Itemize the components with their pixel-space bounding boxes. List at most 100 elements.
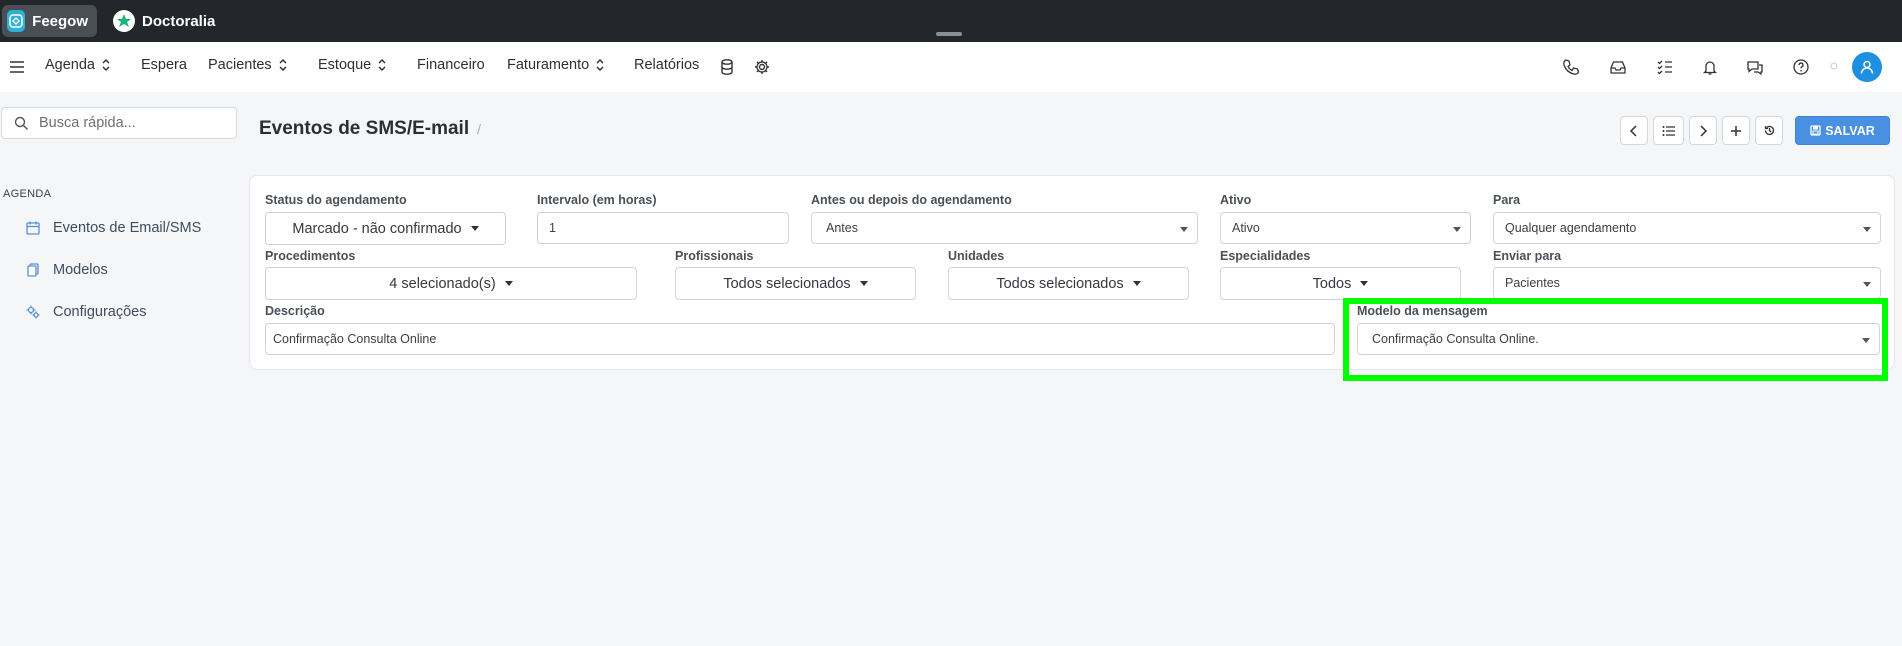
main-navbar: Agenda Espera Pacientes Estoque Financei… <box>0 42 1902 92</box>
antes-depois-value: Antes <box>826 221 858 235</box>
profissionais-value: Todos selecionados <box>723 275 851 292</box>
checklist-icon[interactable] <box>1655 57 1675 77</box>
enviar-para-label: Enviar para <box>1493 249 1562 263</box>
status-label: Status do agendamento <box>265 193 407 207</box>
breadcrumb-separator: / <box>477 121 482 137</box>
user-icon <box>1860 60 1874 74</box>
chevron-updown-icon <box>102 58 110 72</box>
next-button[interactable] <box>1689 116 1717 145</box>
search-input[interactable] <box>39 115 219 131</box>
phone-icon[interactable] <box>1561 57 1581 77</box>
nav-financeiro[interactable]: Financeiro <box>417 57 485 73</box>
nav-faturamento[interactable]: Faturamento <box>507 57 605 73</box>
tab-doctoralia[interactable]: Doctoralia <box>108 5 224 37</box>
chat-icon[interactable] <box>1745 57 1765 77</box>
loading-spinner-icon <box>1830 62 1838 70</box>
chevron-left-icon <box>1629 124 1637 137</box>
chevron-updown-icon <box>596 58 604 72</box>
procedimentos-label: Procedimentos <box>265 249 356 263</box>
sidebar-item-modelos[interactable]: Modelos <box>25 262 108 278</box>
previous-button[interactable] <box>1620 116 1648 145</box>
nav-agenda[interactable]: Agenda <box>45 57 111 73</box>
app-topbar: Feegow Doctoralia <box>0 0 1902 42</box>
feegow-logo-icon <box>7 10 26 32</box>
procedimentos-value: 4 selecionado(s) <box>389 275 496 292</box>
sidebar-item-label: Configurações <box>53 304 147 320</box>
para-value: Qualquer agendamento <box>1505 221 1637 235</box>
especialidades-value: Todos <box>1312 275 1352 292</box>
ativo-select[interactable]: Ativo <box>1220 212 1471 244</box>
sidebar-item-label: Modelos <box>53 262 108 278</box>
nav-estoque[interactable]: Estoque <box>318 57 387 73</box>
status-select[interactable]: Marcado - não confirmado <box>265 212 506 245</box>
nav-faturamento-label: Faturamento <box>507 57 590 73</box>
user-avatar[interactable] <box>1852 52 1882 82</box>
para-select[interactable]: Qualquer agendamento <box>1493 212 1881 244</box>
save-button-label: SALVAR <box>1825 123 1875 138</box>
list-icon <box>1662 125 1675 136</box>
history-button[interactable] <box>1755 116 1783 145</box>
database-icon[interactable] <box>717 57 737 77</box>
cogs-icon <box>26 305 40 319</box>
enviar-para-value: Pacientes <box>1505 276 1560 290</box>
ativo-label: Ativo <box>1220 193 1252 207</box>
nav-espera[interactable]: Espera <box>141 57 187 73</box>
add-button[interactable] <box>1722 116 1750 145</box>
para-label: Para <box>1493 193 1521 207</box>
quick-search[interactable] <box>1 107 237 139</box>
hamburger-menu-icon[interactable] <box>8 58 26 76</box>
unidades-select[interactable]: Todos selecionados <box>948 267 1189 300</box>
caret-down-icon <box>859 281 868 286</box>
sidebar-item-eventos[interactable]: Eventos de Email/SMS <box>25 220 201 236</box>
profissionais-select[interactable]: Todos selecionados <box>675 267 916 300</box>
caret-down-icon <box>504 281 513 286</box>
chevron-right-icon <box>1700 124 1708 137</box>
list-button[interactable] <box>1653 116 1684 145</box>
inbox-icon[interactable] <box>1608 57 1628 77</box>
caret-down-icon <box>1360 281 1369 286</box>
doctoralia-logo-icon <box>113 10 135 32</box>
page-title-text: Eventos de SMS/E-mail <box>259 118 470 139</box>
nav-pacientes-label: Pacientes <box>208 57 272 73</box>
descricao-input[interactable]: Confirmação Consulta Online <box>265 323 1335 355</box>
nav-relatorios[interactable]: Relatórios <box>634 57 699 73</box>
page-title: Eventos de SMS/E-mail / <box>259 118 481 140</box>
tab-feegow-label: Feegow <box>32 12 88 30</box>
chevron-updown-icon <box>378 58 386 72</box>
sidebar-section-title: AGENDA <box>3 188 52 200</box>
help-icon[interactable] <box>1791 57 1811 77</box>
tab-doctoralia-label: Doctoralia <box>142 12 216 30</box>
procedimentos-select[interactable]: 4 selecionado(s) <box>265 267 637 300</box>
plus-icon <box>1731 125 1741 136</box>
antes-depois-label: Antes ou depois do agendamento <box>811 193 1012 207</box>
caret-down-icon <box>1132 281 1141 286</box>
gear-icon[interactable] <box>752 57 772 77</box>
sidebar-item-label: Eventos de Email/SMS <box>53 220 202 236</box>
descricao-label: Descrição <box>265 304 325 318</box>
search-icon <box>14 116 28 130</box>
bell-icon[interactable] <box>1700 57 1720 77</box>
copy-icon <box>27 263 39 277</box>
ativo-value: Ativo <box>1232 221 1260 235</box>
caret-down-icon <box>470 226 479 231</box>
unidades-label: Unidades <box>948 249 1005 263</box>
intervalo-input[interactable]: 1 <box>537 212 789 244</box>
nav-relatorios-label: Relatórios <box>634 57 700 73</box>
enviar-para-select[interactable]: Pacientes <box>1493 267 1881 299</box>
highlight-box <box>1343 298 1888 381</box>
save-button[interactable]: SALVAR <box>1795 116 1890 145</box>
antes-depois-select[interactable]: Antes <box>811 212 1198 244</box>
nav-agenda-label: Agenda <box>45 57 95 73</box>
unidades-value: Todos selecionados <box>996 275 1124 292</box>
descricao-value: Confirmação Consulta Online <box>273 332 437 346</box>
history-icon <box>1764 125 1774 136</box>
sidebar-item-configuracoes[interactable]: Configurações <box>25 304 147 320</box>
tab-feegow[interactable]: Feegow <box>2 5 97 37</box>
especialidades-select[interactable]: Todos <box>1220 267 1461 300</box>
nav-estoque-label: Estoque <box>318 57 372 73</box>
calendar-icon <box>26 221 40 235</box>
status-value: Marcado - não confirmado <box>292 220 462 237</box>
nav-pacientes[interactable]: Pacientes <box>208 57 288 73</box>
nav-espera-label: Espera <box>141 57 187 73</box>
drag-handle[interactable] <box>936 32 962 36</box>
